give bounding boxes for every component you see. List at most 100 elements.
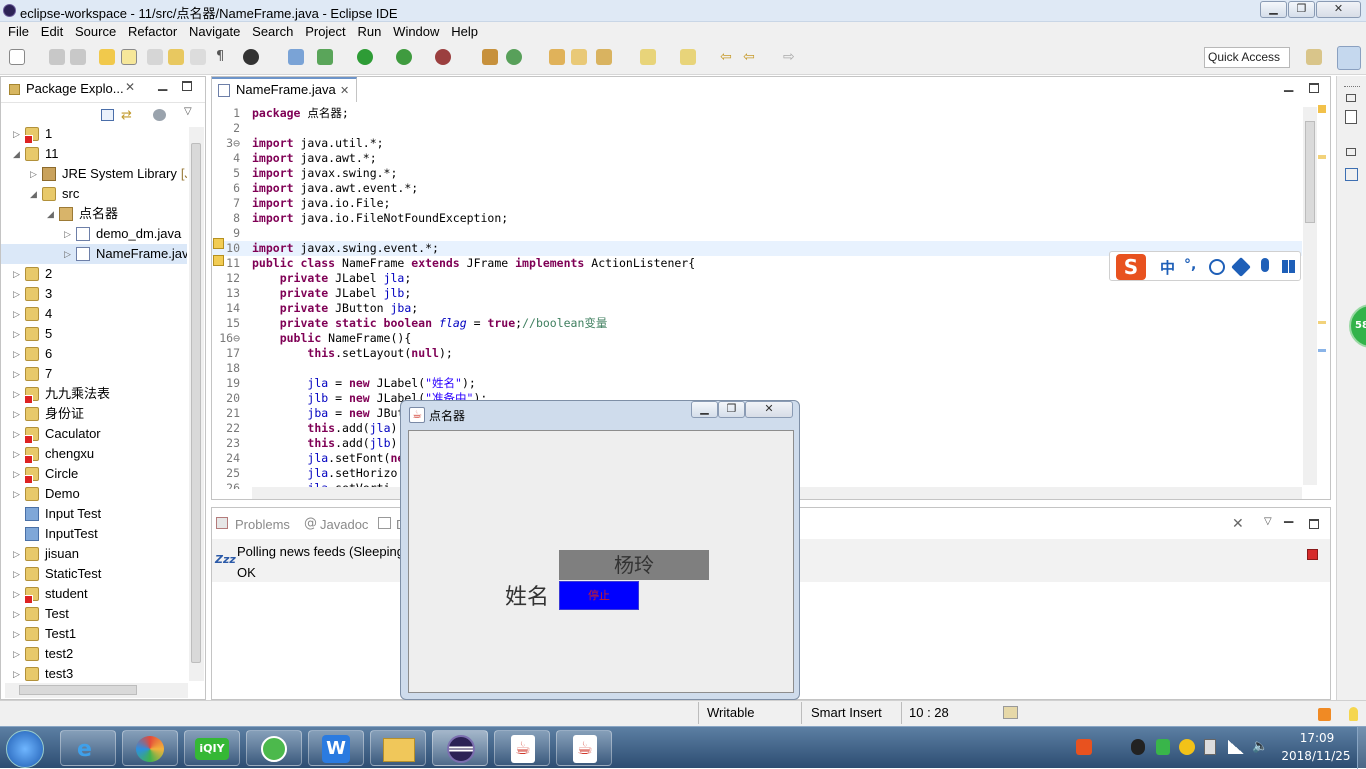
show-desktop-button[interactable] xyxy=(1357,727,1366,769)
tree-expand-icon[interactable]: ▷ xyxy=(13,444,21,464)
quick-access-input[interactable]: Quick Access xyxy=(1204,47,1290,68)
dialog-minimize-button[interactable]: ▁ xyxy=(691,401,718,418)
code-line[interactable]: 13 private JLabel jlb; xyxy=(212,286,1302,301)
overview-ruler-warning[interactable] xyxy=(1318,105,1326,113)
tree-expand-icon[interactable]: ▷ xyxy=(13,404,21,424)
tree-item[interactable]: ▷ test3 xyxy=(1,664,187,684)
tree-expand-icon[interactable]: ▷ xyxy=(13,664,21,684)
tree-item[interactable]: ▷ student xyxy=(1,584,187,604)
tree-item[interactable]: ▷ 身份证 xyxy=(1,404,187,424)
close-button[interactable]: ✕ xyxy=(1316,1,1361,18)
tree-scroll-thumb[interactable] xyxy=(191,143,201,663)
side-badge[interactable]: 58 xyxy=(1349,304,1366,348)
tab-nameframe-java[interactable]: NameFrame.java ✕ xyxy=(212,77,357,102)
tray-qq-icon[interactable] xyxy=(1131,739,1145,755)
task-icon[interactable] xyxy=(168,49,184,65)
view-menu-icon[interactable]: ▽ xyxy=(184,106,192,117)
tree-expand-icon[interactable]: ▷ xyxy=(13,484,21,504)
tree-expand-icon[interactable]: ▷ xyxy=(13,424,21,444)
tree-item[interactable]: ◢ src xyxy=(1,184,187,204)
tree-item[interactable]: ▷ Caculator xyxy=(1,424,187,444)
tree-expand-icon[interactable]: ◢ xyxy=(13,144,21,164)
coverage-icon[interactable] xyxy=(396,49,412,65)
maximize-button[interactable]: ❐ xyxy=(1288,1,1315,18)
save-icon[interactable] xyxy=(49,49,65,65)
tree-expand-icon[interactable]: ▷ xyxy=(13,644,21,664)
tree-expand-icon[interactable]: ▷ xyxy=(13,284,21,304)
microphone-icon[interactable] xyxy=(1261,258,1269,272)
dialog-close-button[interactable]: ✕ xyxy=(745,401,793,418)
back-icon[interactable]: ⇦ xyxy=(743,49,759,65)
tree-expand-icon[interactable]: ▷ xyxy=(13,304,21,324)
code-line[interactable]: 6 import java.awt.event.*; xyxy=(212,181,1302,196)
overview-ruler-mark-3[interactable] xyxy=(1318,349,1326,352)
tree-item[interactable]: ▷ test2 xyxy=(1,644,187,664)
tree-item[interactable]: ▷ jisuan xyxy=(1,544,187,564)
new-class-icon[interactable] xyxy=(506,49,522,65)
start-button[interactable] xyxy=(6,730,44,768)
tree-item[interactable]: ▷ demo_dm.java xyxy=(1,224,187,244)
tree-expand-icon[interactable]: ▷ xyxy=(13,324,21,344)
tree-item[interactable]: ▷ 7 xyxy=(1,364,187,384)
next-annotation-icon[interactable] xyxy=(640,49,656,65)
tree-expand-icon[interactable]: ▷ xyxy=(13,344,21,364)
open-type-icon[interactable] xyxy=(99,49,115,65)
tree-expand-icon[interactable]: ▷ xyxy=(64,244,72,264)
code-line[interactable]: 5 import javax.swing.*; xyxy=(212,166,1302,181)
restore-icon-2[interactable] xyxy=(1346,148,1356,156)
maximize-editor-icon[interactable] xyxy=(1309,83,1319,93)
open-type-folder-icon[interactable] xyxy=(549,49,565,65)
menu-search[interactable]: Search xyxy=(252,22,293,41)
pin-icon[interactable] xyxy=(596,49,612,65)
warning-marker-icon[interactable] xyxy=(213,238,224,249)
taskbar-sync[interactable] xyxy=(246,730,302,766)
tree-item[interactable]: ▷ 2 xyxy=(1,264,187,284)
outline-icon[interactable] xyxy=(1345,110,1357,124)
ime-punct-label[interactable]: °, xyxy=(1184,257,1196,273)
tab-javadoc[interactable]: Javadoc xyxy=(320,517,368,532)
code-line[interactable]: 3⊖ import java.util.*; xyxy=(212,136,1302,151)
last-edit-icon[interactable]: ⇦ xyxy=(720,49,736,65)
tray-network-icon[interactable] xyxy=(1228,740,1244,754)
taskbar-browser[interactable] xyxy=(122,730,178,766)
tree-item[interactable]: ▷ 6 xyxy=(1,344,187,364)
tree-item[interactable]: ▷ StaticTest xyxy=(1,564,187,584)
tree-expand-icon[interactable]: ▷ xyxy=(13,584,21,604)
warning-marker-icon-2[interactable] xyxy=(213,255,224,266)
tree-expand-icon[interactable]: ▷ xyxy=(64,224,72,244)
tray-volume-icon[interactable]: 🔈 xyxy=(1252,739,1268,755)
external-tools-icon[interactable] xyxy=(435,49,451,65)
clock-time[interactable]: 17:09 xyxy=(1289,731,1345,745)
code-line[interactable]: 9 xyxy=(212,226,1302,241)
prev-annotation-icon[interactable] xyxy=(680,49,696,65)
close-tab-icon[interactable]: ✕ xyxy=(340,80,349,102)
tray-360-icon[interactable] xyxy=(1179,739,1195,755)
taskbar-iqiyi[interactable]: iQIY xyxy=(184,730,240,766)
tree-expand-icon[interactable]: ▷ xyxy=(13,464,21,484)
open-task-icon[interactable] xyxy=(571,49,587,65)
taskbar-explorer[interactable] xyxy=(370,730,426,766)
overview-ruler-mark-2[interactable] xyxy=(1318,321,1326,324)
tray-sogou-icon[interactable] xyxy=(1076,739,1092,755)
tree-item[interactable]: ▷ chengxu xyxy=(1,444,187,464)
menu-project[interactable]: Project xyxy=(305,22,345,41)
toggle-mark-icon[interactable] xyxy=(121,49,137,65)
tree-expand-icon[interactable]: ▷ xyxy=(13,564,21,584)
tree-item[interactable]: ▷ 1 xyxy=(1,124,187,144)
tree-item[interactable]: Input Test xyxy=(1,504,187,524)
tree-item[interactable]: ◢ 11 xyxy=(1,144,187,164)
menu-run[interactable]: Run xyxy=(357,22,381,41)
tree-item[interactable]: ▷ Demo xyxy=(1,484,187,504)
tree-item[interactable]: ▷ Test1 xyxy=(1,624,187,644)
tree-horizontal-scrollbar[interactable] xyxy=(5,683,188,698)
new-java-project-icon[interactable] xyxy=(482,49,498,65)
news-feed-icon[interactable] xyxy=(1318,708,1331,721)
tree-item[interactable]: ▷ 3 xyxy=(1,284,187,304)
tree-item[interactable]: InputTest xyxy=(1,524,187,544)
run-icon[interactable] xyxy=(357,49,373,65)
tree-item[interactable]: ▷ 4 xyxy=(1,304,187,324)
minimize-bottom-icon[interactable]: ▁ xyxy=(1284,509,1293,523)
minimize-view-icon[interactable]: ▁ xyxy=(158,77,167,91)
code-line[interactable]: 4 import java.awt.*; xyxy=(212,151,1302,166)
skin-icon[interactable] xyxy=(1231,257,1251,277)
